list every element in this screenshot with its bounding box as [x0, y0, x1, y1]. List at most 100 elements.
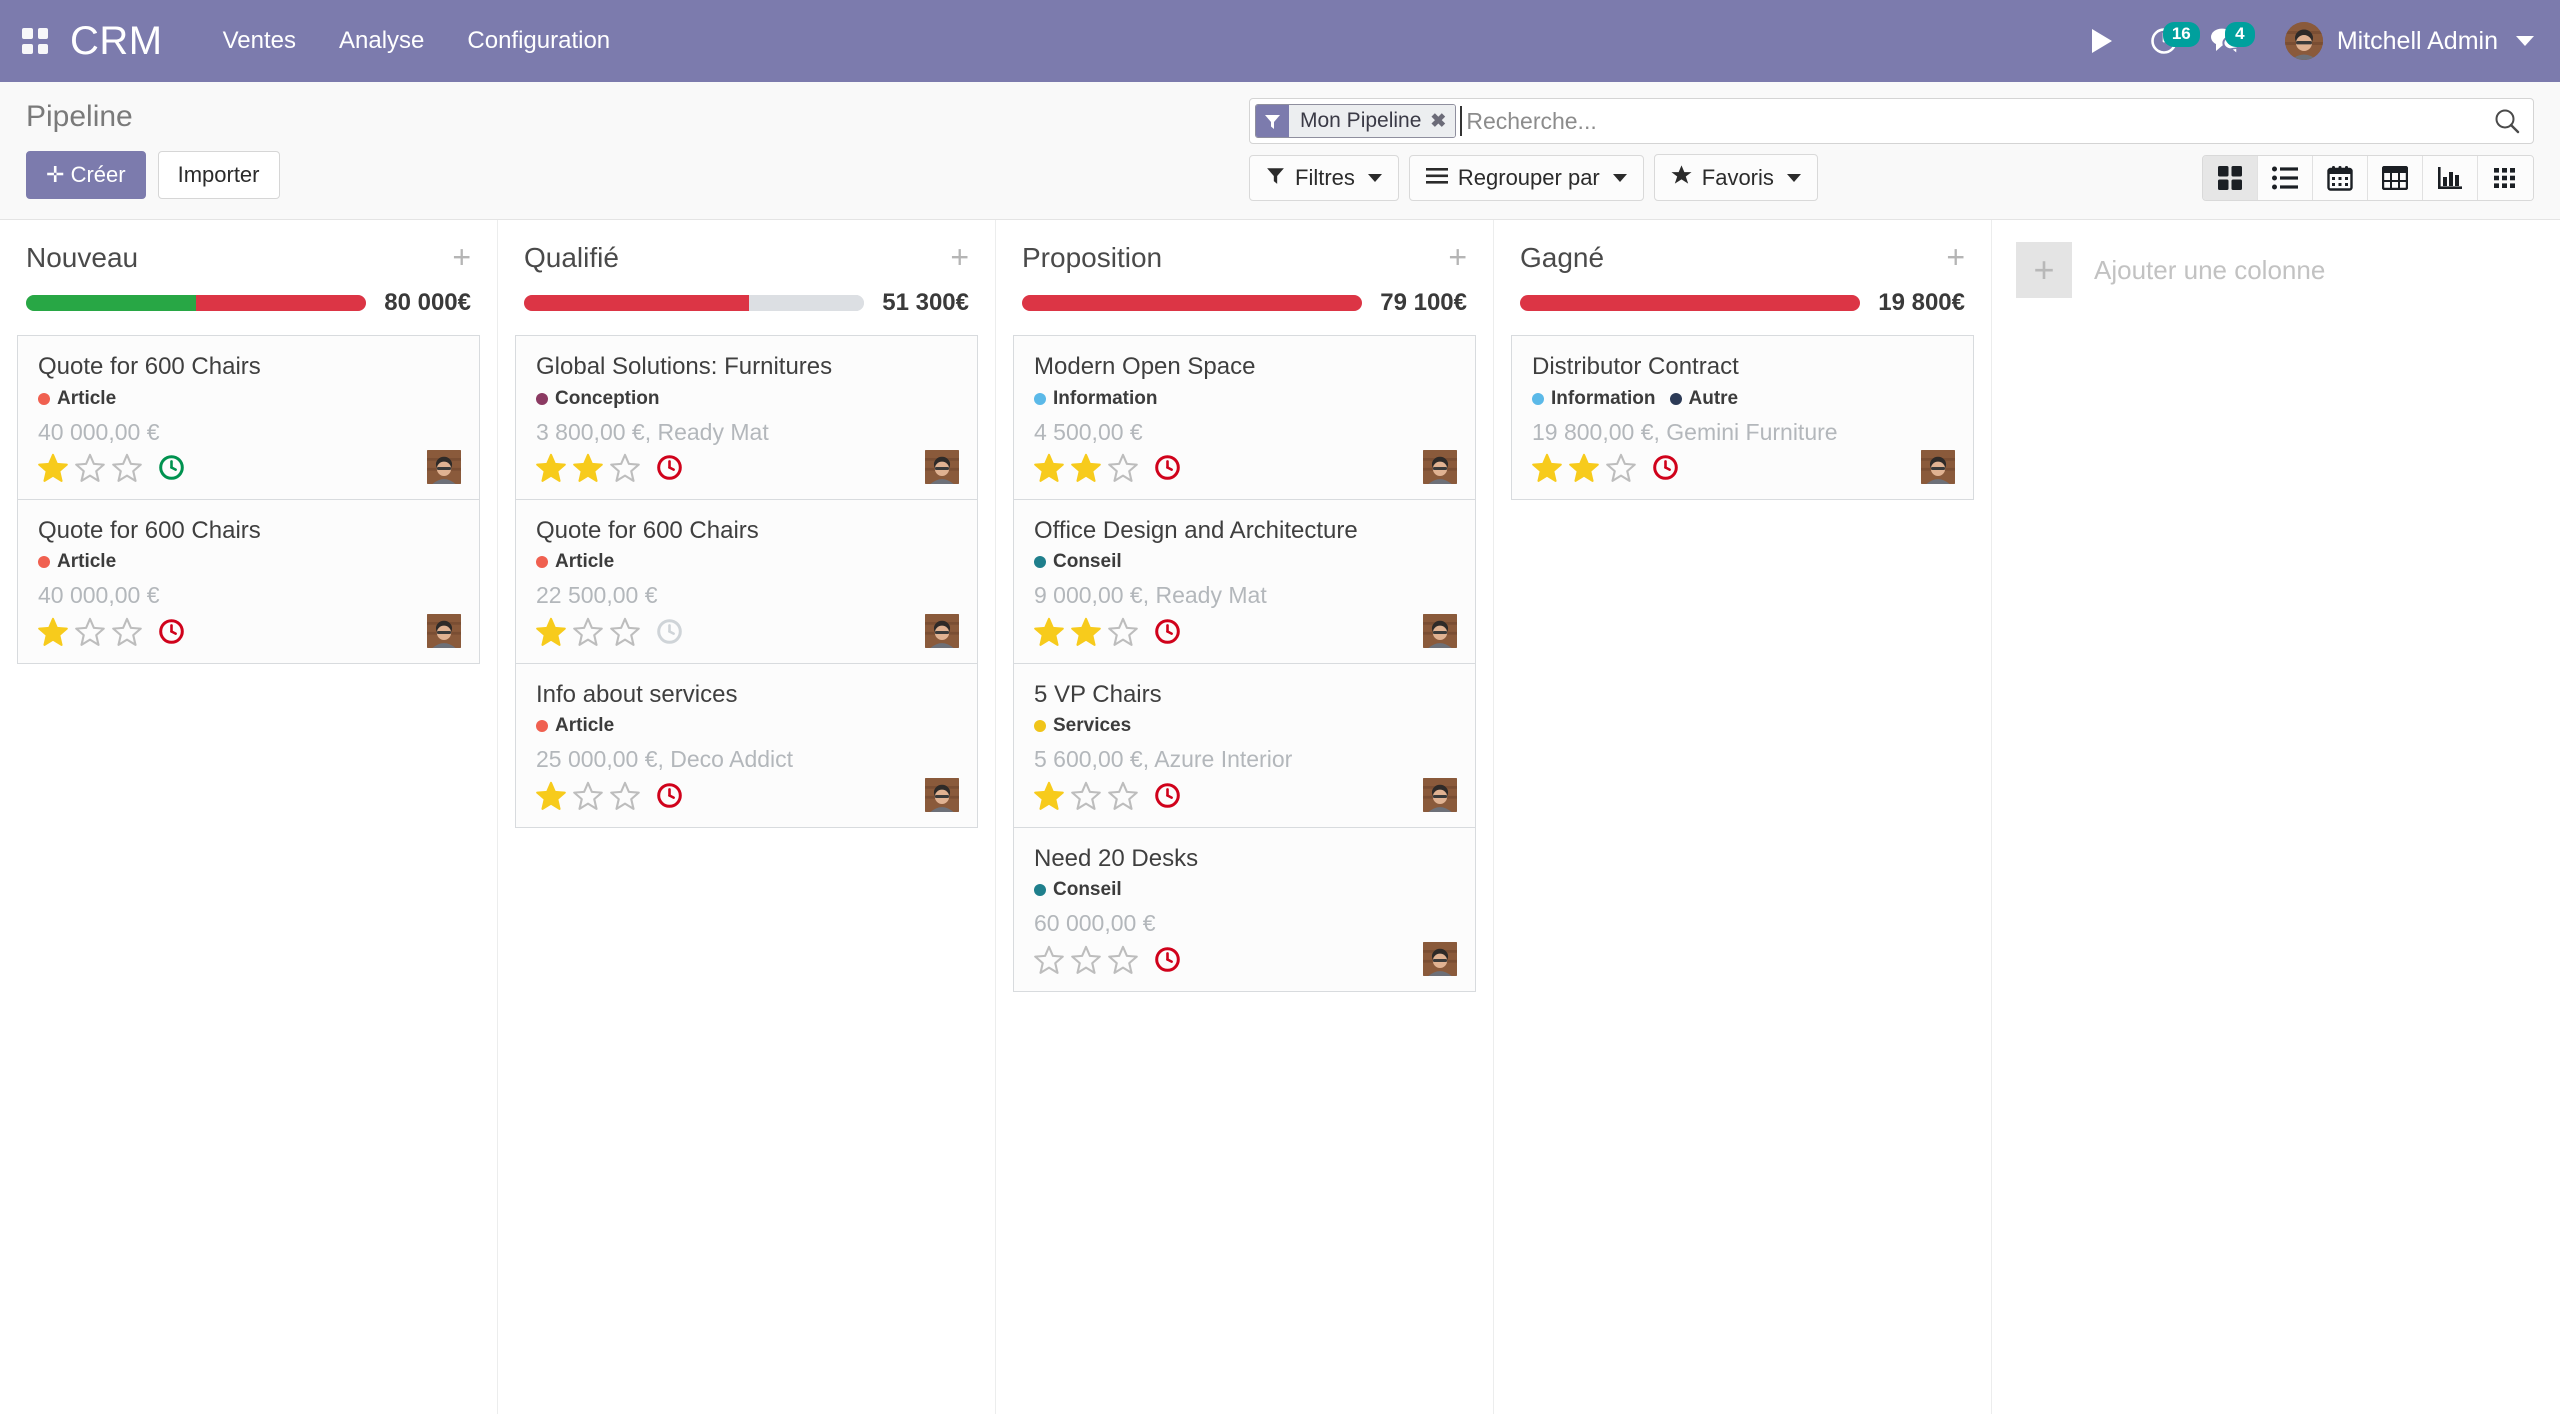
- star-filled-icon[interactable]: [1071, 617, 1101, 647]
- activity-clock-icon[interactable]: [1154, 782, 1181, 809]
- filters-dropdown[interactable]: Filtres: [1249, 155, 1399, 201]
- activity-clock-icon[interactable]: [158, 454, 185, 481]
- progress-segment[interactable]: [1520, 295, 1860, 311]
- progress-segment[interactable]: [749, 295, 865, 311]
- star-empty-icon[interactable]: [610, 781, 640, 811]
- kanban-card[interactable]: Info about services Article 25 000,00 €,…: [515, 663, 978, 828]
- progress-segment[interactable]: [196, 295, 366, 311]
- user-menu[interactable]: Mitchell Admin: [2285, 22, 2534, 60]
- star-filled-icon[interactable]: [1071, 453, 1101, 483]
- kanban-column: Nouveau + 80 000€ Quote for 600 Chairs A…: [0, 220, 498, 1414]
- add-column-label[interactable]: Ajouter une colonne: [2094, 255, 2325, 286]
- kanban-card[interactable]: Need 20 Desks Conseil 60 000,00 €: [1013, 827, 1476, 992]
- activity-clock-icon[interactable]: [656, 618, 683, 645]
- tag-dot-icon: [1034, 393, 1046, 405]
- activity-clock-icon[interactable]: [1154, 454, 1181, 481]
- star-empty-icon[interactable]: [1108, 453, 1138, 483]
- star-filled-icon[interactable]: [573, 453, 603, 483]
- star-empty-icon[interactable]: [75, 617, 105, 647]
- hamburger-lines-icon: [1426, 165, 1448, 191]
- view-switcher: [2202, 155, 2534, 201]
- add-column-plus-icon[interactable]: +: [2016, 242, 2072, 298]
- star-filled-icon[interactable]: [536, 617, 566, 647]
- activity-clock-icon[interactable]: [1154, 618, 1181, 645]
- tag-dot-icon: [1532, 393, 1544, 405]
- close-x-icon[interactable]: ✖: [1430, 110, 1446, 133]
- search-input[interactable]: [1460, 106, 2483, 136]
- view-button-activity[interactable]: [2478, 156, 2533, 200]
- star-filled-icon[interactable]: [38, 617, 68, 647]
- star-filled-icon[interactable]: [1034, 781, 1064, 811]
- kanban-card[interactable]: Global Solutions: Furnitures Conception …: [515, 335, 978, 499]
- kanban-card[interactable]: Quote for 600 Chairs Article 40 000,00 €: [17, 335, 480, 499]
- view-button-pivot[interactable]: [2368, 156, 2423, 200]
- groupby-dropdown[interactable]: Regrouper par: [1409, 155, 1644, 201]
- import-button[interactable]: Importer: [158, 151, 280, 199]
- add-card-plus-icon[interactable]: +: [950, 245, 969, 271]
- app-brand-title[interactable]: CRM: [70, 19, 163, 64]
- activity-clock-icon[interactable]: [1154, 946, 1181, 973]
- menu-item-configuration[interactable]: Configuration: [465, 21, 612, 61]
- view-button-graph[interactable]: [2423, 156, 2478, 200]
- favorites-dropdown[interactable]: Favoris: [1654, 154, 1818, 201]
- star-filled-icon[interactable]: [1532, 453, 1562, 483]
- avatar: [1423, 778, 1457, 812]
- play-icon[interactable]: [2071, 11, 2133, 71]
- star-empty-icon[interactable]: [573, 617, 603, 647]
- breadcrumb: Pipeline: [26, 102, 280, 132]
- activity-clock-icon[interactable]: [656, 454, 683, 481]
- tag-dot-icon: [38, 556, 50, 568]
- star-empty-icon[interactable]: [1108, 781, 1138, 811]
- progress-segment[interactable]: [26, 295, 196, 311]
- menu-item-analyse[interactable]: Analyse: [337, 21, 426, 61]
- activity-clock-icon[interactable]: [158, 618, 185, 645]
- star-empty-icon[interactable]: [610, 617, 640, 647]
- star-empty-icon[interactable]: [1034, 945, 1064, 975]
- star-filled-icon[interactable]: [536, 453, 566, 483]
- add-column-area[interactable]: + Ajouter une colonne: [1992, 220, 2325, 298]
- star-empty-icon[interactable]: [112, 453, 142, 483]
- view-button-list[interactable]: [2258, 156, 2313, 200]
- kanban-column-amount: 19 800€: [1878, 289, 1965, 317]
- kanban-card[interactable]: Office Design and Architecture Conseil 9…: [1013, 499, 1476, 663]
- star-filled-icon[interactable]: [1034, 453, 1064, 483]
- kanban-card[interactable]: Modern Open Space Information 4 500,00 €: [1013, 335, 1476, 499]
- kanban-card[interactable]: Quote for 600 Chairs Article 40 000,00 €: [17, 499, 480, 664]
- progress-segment[interactable]: [524, 295, 749, 311]
- kanban-card[interactable]: Distributor Contract Information Autre 1…: [1511, 335, 1974, 500]
- add-card-plus-icon[interactable]: +: [1946, 245, 1965, 271]
- menu-item-ventes[interactable]: Ventes: [221, 21, 298, 61]
- star-empty-icon[interactable]: [1108, 945, 1138, 975]
- star-empty-icon[interactable]: [1071, 781, 1101, 811]
- star-empty-icon[interactable]: [573, 781, 603, 811]
- messages-chat-icon[interactable]: 4: [2195, 11, 2257, 71]
- magnifier-icon[interactable]: [2483, 107, 2527, 135]
- activity-clock-icon[interactable]: 16: [2133, 11, 2195, 71]
- activity-clock-icon[interactable]: [656, 782, 683, 809]
- kanban-card[interactable]: 5 VP Chairs Services 5 600,00 €, Azure I…: [1013, 663, 1476, 827]
- star-empty-icon[interactable]: [112, 617, 142, 647]
- star-empty-icon[interactable]: [75, 453, 105, 483]
- star-filled-icon[interactable]: [536, 781, 566, 811]
- star-empty-icon[interactable]: [1606, 453, 1636, 483]
- view-button-calendar[interactable]: [2313, 156, 2368, 200]
- kanban-column-header: Nouveau + 80 000€: [0, 220, 497, 317]
- add-card-plus-icon[interactable]: +: [452, 245, 471, 271]
- star-empty-icon[interactable]: [1071, 945, 1101, 975]
- apps-grid-icon[interactable]: [18, 24, 52, 58]
- star-empty-icon[interactable]: [1108, 617, 1138, 647]
- chevron-down-icon: [1613, 174, 1627, 182]
- search-facet-mon-pipeline[interactable]: Mon Pipeline ✖: [1255, 104, 1456, 138]
- star-empty-icon[interactable]: [610, 453, 640, 483]
- kanban-column-progressbar: [26, 295, 366, 311]
- search-bar[interactable]: Mon Pipeline ✖: [1249, 98, 2534, 144]
- progress-segment[interactable]: [1022, 295, 1362, 311]
- star-filled-icon[interactable]: [38, 453, 68, 483]
- create-button[interactable]: ✛ Créer: [26, 151, 146, 199]
- star-filled-icon[interactable]: [1569, 453, 1599, 483]
- add-card-plus-icon[interactable]: +: [1448, 245, 1467, 271]
- star-filled-icon[interactable]: [1034, 617, 1064, 647]
- kanban-card[interactable]: Quote for 600 Chairs Article 22 500,00 €: [515, 499, 978, 663]
- view-button-kanban[interactable]: [2203, 156, 2258, 200]
- activity-clock-icon[interactable]: [1652, 454, 1679, 481]
